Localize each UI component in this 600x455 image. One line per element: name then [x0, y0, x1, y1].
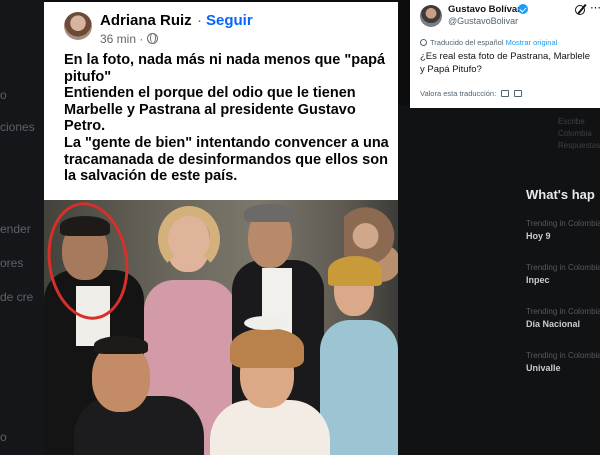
- post-paragraph: La "gente de bien" intentando convencer …: [64, 134, 389, 185]
- post-paragraph: En la foto, nada más ni nada menos que "…: [64, 52, 386, 85]
- trend-item[interactable]: Hoy 9: [526, 231, 551, 241]
- trend-item[interactable]: Univalle: [526, 363, 561, 373]
- post-photo[interactable]: [44, 200, 398, 455]
- thumbs-down-icon[interactable]: [514, 90, 523, 97]
- avatar[interactable]: [64, 12, 92, 40]
- verified-icon: [518, 4, 528, 14]
- left-sidebar: o ciones ender ores de cre o: [0, 0, 44, 455]
- tweet-handle[interactable]: @GustavoBolivar: [448, 16, 518, 26]
- trend-context: Trending in Colombia: [526, 351, 600, 360]
- grok-icon[interactable]: [575, 5, 585, 15]
- trend-item[interactable]: Inpec: [526, 275, 550, 285]
- trend-context: Trending in Colombia: [526, 307, 600, 316]
- post-timestamp[interactable]: 36 min ·: [100, 32, 143, 46]
- tweet-author-name[interactable]: Gustavo Bolívar: [448, 4, 521, 15]
- person-bride: [210, 400, 330, 455]
- hair: [230, 328, 304, 368]
- more-icon[interactable]: ⋯: [590, 1, 600, 14]
- hair: [158, 206, 220, 272]
- translate-icon: [420, 39, 427, 46]
- sidebar-item[interactable]: o: [0, 430, 7, 444]
- facebook-post: Adriana Ruiz · Seguir 36 min · En la fot…: [44, 2, 398, 455]
- trends-header: What's hap: [526, 187, 595, 202]
- rate-translation: Valora esta traducción:: [420, 89, 523, 98]
- sidebar-item[interactable]: ores: [0, 256, 23, 270]
- separator: ·: [197, 12, 202, 29]
- sidebar-item[interactable]: o: [0, 88, 7, 102]
- trends-panel: Escribe Colombia Respuestas What's hap T…: [398, 105, 600, 455]
- follow-button[interactable]: Seguir: [206, 12, 253, 29]
- faint-text: Colombia: [558, 129, 592, 138]
- trend-item[interactable]: Día Nacional: [526, 319, 580, 329]
- trend-context: Trending in Colombia: [526, 219, 600, 228]
- avatar[interactable]: [420, 5, 442, 27]
- hair: [328, 256, 382, 286]
- sidebar-item[interactable]: de cre: [0, 290, 33, 304]
- translation-notice: Traducido del español Mostrar original: [420, 38, 557, 47]
- globe-icon: [147, 33, 158, 44]
- show-original-link[interactable]: Mostrar original: [506, 38, 558, 47]
- sidebar-item[interactable]: ciones: [0, 120, 35, 134]
- rate-label: Valora esta traducción:: [420, 89, 497, 98]
- trend-context: Trending in Colombia: [526, 263, 600, 272]
- post-paragraph: Entienden el porque del odio que le tien…: [64, 85, 356, 135]
- tiara: [244, 316, 288, 330]
- tweet-text: ¿Es real esta foto de Pastrana, Marblele…: [420, 51, 591, 75]
- thumbs-up-icon[interactable]: [501, 90, 510, 97]
- author-name[interactable]: Adriana Ruiz: [100, 12, 192, 29]
- hair: [244, 204, 296, 222]
- translated-label: Traducido del español: [430, 38, 504, 47]
- hair: [94, 336, 148, 354]
- faint-text: Escribe: [558, 117, 585, 126]
- person-blue-dress: [320, 320, 398, 455]
- sidebar-item[interactable]: ender: [0, 222, 31, 236]
- tweet-card: Gustavo Bolívar @GustavoBolivar ⋯ Traduc…: [410, 0, 600, 108]
- post-body: En la foto, nada más ni nada menos que "…: [64, 52, 394, 185]
- faint-text: Respuestas: [558, 141, 600, 150]
